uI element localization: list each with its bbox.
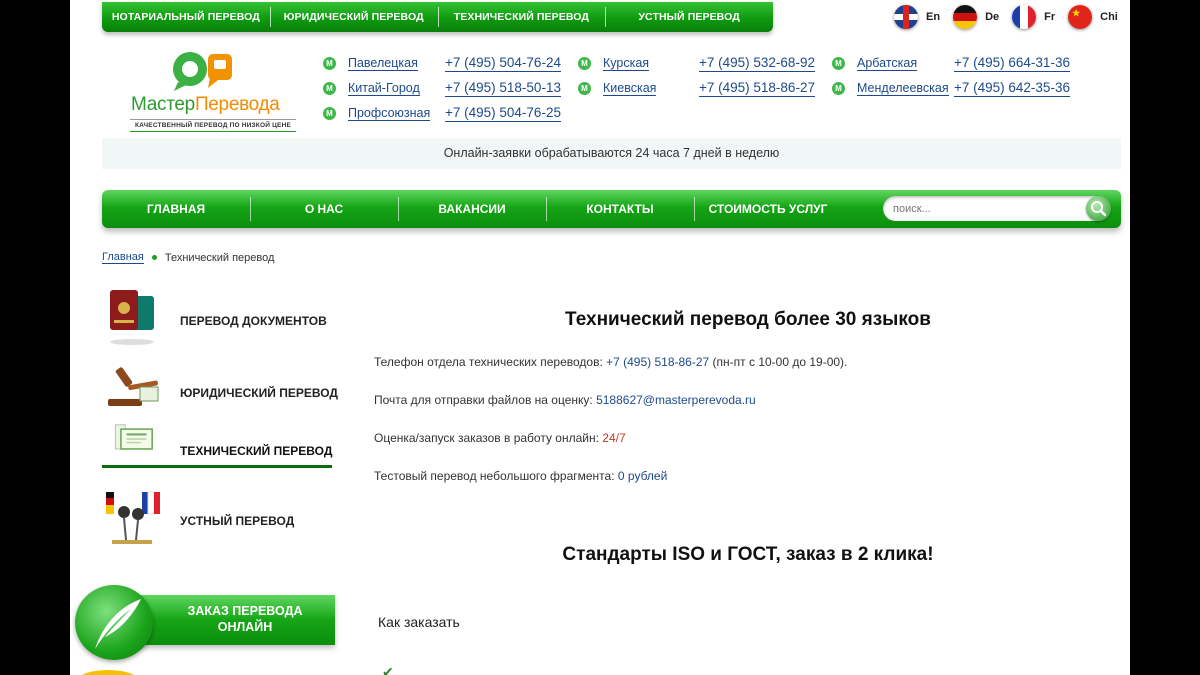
phone-column-3: +7 (495) 664-31-36 +7 (495) 642-35-36 bbox=[954, 54, 1070, 97]
logo-speech-bubbles-icon bbox=[173, 52, 232, 91]
metro-icon: М bbox=[832, 81, 845, 95]
nav-home[interactable]: ГЛАВНАЯ bbox=[102, 202, 250, 216]
order-online-button[interactable]: ЗАКАЗ ПЕРЕВОДА ОНЛАЙН bbox=[75, 585, 337, 660]
online-notice: Онлайн-заявки обрабатываются 24 часа 7 д… bbox=[102, 138, 1121, 169]
search-input[interactable] bbox=[893, 200, 1083, 217]
sidebar-item-label: ТЕХНИЧЕСКИЙ ПЕРЕВОД bbox=[180, 444, 333, 458]
station-link[interactable]: Павелецкая bbox=[348, 56, 418, 71]
sidebar-item-label: ЮРИДИЧЕСКИЙ ПЕРЕВОД bbox=[180, 386, 338, 400]
metro-column-2: М Курская М Киевская bbox=[578, 54, 657, 97]
active-item-underline bbox=[102, 465, 332, 468]
feather-icon bbox=[95, 599, 141, 649]
service-link-oral[interactable]: УСТНЫЙ ПЕРЕВОД bbox=[605, 7, 773, 27]
phone-link[interactable]: +7 (495) 504-76-24 bbox=[445, 54, 561, 72]
microphone-flags-icon bbox=[106, 491, 160, 544]
metro-icon: М bbox=[323, 106, 336, 120]
section-title: Стандарты ISO и ГОСТ, заказ в 2 клика! bbox=[562, 544, 934, 565]
page: НОТАРИАЛЬНЫЙ ПЕРЕВОД ЮРИДИЧЕСКИЙ ПЕРЕВОД… bbox=[70, 0, 1130, 675]
gavel-icon bbox=[108, 367, 159, 406]
test-value: 0 рублей bbox=[617, 469, 668, 483]
sidebar-item-technical[interactable]: ТЕХНИЧЕСКИЙ ПЕРЕВОД bbox=[102, 424, 332, 464]
breadcrumb-separator bbox=[151, 255, 157, 260]
metro-icon: М bbox=[832, 56, 845, 70]
lang-de[interactable]: De bbox=[953, 5, 999, 29]
sidebar-item-label: ПЕРЕВОД ДОКУМЕНТОВ bbox=[180, 314, 327, 328]
site-logo[interactable]: МастерПеревода КАЧЕСТВЕННЫЙ ПЕРЕВОД ПО Н… bbox=[130, 50, 298, 138]
lang-chi-label: Chi bbox=[1100, 11, 1118, 23]
lang-fr-label: Fr bbox=[1044, 11, 1056, 23]
sidebar-item-label: УСТНЫЙ ПЕРЕВОД bbox=[180, 514, 295, 528]
logo-tagline: КАЧЕСТВЕННЫЙ ПЕРЕВОД ПО НИЗКОЙ ЦЕНЕ bbox=[130, 119, 296, 132]
lang-de-label: De bbox=[985, 11, 1000, 23]
search-button[interactable] bbox=[1086, 196, 1111, 221]
search-box bbox=[883, 196, 1111, 221]
flag-germany-icon bbox=[953, 5, 978, 29]
phone-link[interactable]: +7 (495) 504-76-25 bbox=[445, 104, 561, 122]
flag-france-icon bbox=[1012, 5, 1037, 29]
metro-icon: М bbox=[323, 81, 336, 95]
info-test: Тестовый перевод небольшого фрагмента: 0… bbox=[374, 469, 668, 483]
phone-link[interactable]: +7 (495) 518-50-13 bbox=[445, 79, 561, 97]
breadcrumb: Главная Технический перевод bbox=[102, 251, 274, 264]
how-to-order-heading: Как заказать bbox=[378, 614, 460, 630]
service-link-legal[interactable]: ЮРИДИЧЕСКИЙ ПЕРЕВОД bbox=[269, 7, 438, 27]
service-link-notary[interactable]: НОТАРИАЛЬНЫЙ ПЕРЕВОД bbox=[102, 11, 270, 23]
station-link[interactable]: Китай-Город bbox=[348, 81, 420, 96]
info-online: Оценка/запуск заказов в работу онлайн: 2… bbox=[374, 431, 626, 445]
service-bar: НОТАРИАЛЬНЫЙ ПЕРЕВОД ЮРИДИЧЕСКИЙ ПЕРЕВОД… bbox=[102, 2, 773, 32]
lang-chi[interactable]: Chi bbox=[1068, 5, 1118, 29]
certificate-icon bbox=[114, 424, 153, 450]
info-phone: Телефон отдела технических переводов: +7… bbox=[374, 355, 848, 369]
checkmark-icon: ✔ bbox=[382, 664, 394, 675]
phone-link[interactable]: +7 (495) 642-35-36 bbox=[954, 79, 1070, 97]
email-link[interactable]: 5188627@masterperevoda.ru bbox=[596, 393, 756, 407]
service-link-technical[interactable]: ТЕХНИЧЕСКИЙ ПЕРЕВОД bbox=[437, 7, 606, 27]
flag-uk-icon bbox=[894, 5, 918, 29]
lang-en[interactable]: En bbox=[894, 5, 940, 29]
phone-link[interactable]: +7 (495) 532-68-92 bbox=[699, 54, 815, 72]
station-link[interactable]: Киевская bbox=[603, 81, 657, 96]
online-value: 24/7 bbox=[602, 431, 626, 445]
phone-column-1: +7 (495) 504-76-24 +7 (495) 518-50-13 +7… bbox=[445, 54, 561, 122]
station-link[interactable]: Арбатская bbox=[857, 56, 918, 71]
passport-icon bbox=[110, 290, 154, 345]
flag-china-icon bbox=[1068, 5, 1093, 29]
search-icon bbox=[1091, 201, 1107, 217]
order-online-label: ЗАКАЗ ПЕРЕВОДА ОНЛАЙН bbox=[187, 604, 303, 634]
nav-about[interactable]: О НАС bbox=[250, 197, 398, 221]
metro-icon: М bbox=[578, 56, 591, 70]
phone-link[interactable]: +7 (495) 518-86-27 bbox=[699, 79, 815, 97]
logo-name: МастерПеревода bbox=[131, 94, 280, 115]
metro-column-3: М Арбатская М Менделеевская bbox=[832, 54, 949, 97]
lang-fr[interactable]: Fr bbox=[1012, 5, 1055, 29]
station-link[interactable]: Курская bbox=[603, 56, 650, 71]
nav-contacts[interactable]: КОНТАКТЫ bbox=[546, 197, 694, 221]
nav-prices[interactable]: СТОИМОСТЬ УСЛУГ bbox=[694, 197, 842, 221]
station-link[interactable]: Менделеевская bbox=[857, 81, 949, 96]
tech-phone-link[interactable]: +7 (495) 518-86-27 bbox=[606, 355, 709, 369]
main-nav: ГЛАВНАЯ О НАС ВАКАНСИИ КОНТАКТЫ СТОИМОСТ… bbox=[102, 190, 1121, 228]
phone-link[interactable]: +7 (495) 664-31-36 bbox=[954, 54, 1070, 72]
metro-icon: М bbox=[323, 56, 336, 70]
nav-vacancies[interactable]: ВАКАНСИИ bbox=[398, 197, 546, 221]
sidebar-item-oral[interactable]: УСТНЫЙ ПЕРЕВОД bbox=[102, 484, 332, 554]
info-email: Почта для отправки файлов на оценку: 518… bbox=[374, 393, 756, 407]
sidebar-item-documents[interactable]: ПЕРЕВОД ДОКУМЕНТОВ bbox=[102, 282, 332, 352]
metro-icon: М bbox=[578, 81, 591, 95]
metro-column-1: М Павелецкая М Китай-Город М Профсоюзная bbox=[323, 54, 431, 122]
station-link[interactable]: Профсоюзная bbox=[348, 106, 431, 121]
secondary-badge bbox=[78, 670, 138, 675]
breadcrumb-current: Технический перевод bbox=[164, 251, 275, 264]
phone-column-2: +7 (495) 532-68-92 +7 (495) 518-86-27 bbox=[699, 54, 815, 97]
lang-en-label: En bbox=[926, 11, 941, 23]
language-switcher: En De Fr Chi bbox=[894, 5, 1118, 29]
page-title: Технический перевод более 30 языков bbox=[565, 309, 931, 330]
sidebar-item-legal[interactable]: ЮРИДИЧЕСКИЙ ПЕРЕВОД bbox=[102, 362, 338, 414]
breadcrumb-home[interactable]: Главная bbox=[102, 251, 144, 264]
